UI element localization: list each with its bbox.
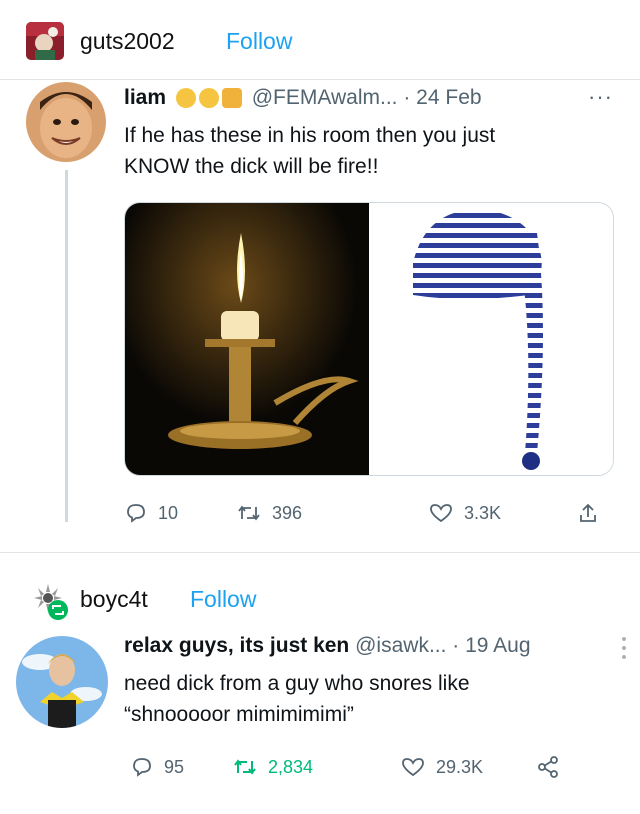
- blog-avatar[interactable]: [28, 582, 72, 622]
- tweet-author-avatar[interactable]: [16, 636, 108, 728]
- tweet-meta: liam @FEMAwalm... · 24 Feb: [124, 86, 482, 110]
- like-icon: [430, 504, 452, 523]
- share-icon: [538, 756, 558, 778]
- tweet-actions: 95 2,834 29.3K: [124, 752, 614, 782]
- reply-icon: [127, 504, 145, 523]
- share-button[interactable]: [576, 498, 610, 528]
- like-icon: [402, 758, 424, 777]
- tweet-card: relax guys, its just ken @isawk... · 19 …: [0, 624, 640, 814]
- tweet-media[interactable]: [124, 202, 614, 476]
- retweet-icon: [238, 505, 260, 521]
- nightcap-image: [369, 203, 613, 475]
- blog-avatar[interactable]: [26, 22, 64, 60]
- tweet-text-line: If he has these in his room then you jus…: [124, 124, 496, 147]
- like-button[interactable]: 3.3K: [428, 498, 501, 528]
- handle[interactable]: @FEMAwalm...: [252, 86, 398, 109]
- tweet-text: need dick from a guy who snores like “sh…: [124, 668, 470, 730]
- tweet-actions: 10 396 3.3K: [124, 498, 614, 528]
- tweet-meta: relax guys, its just ken @isawk... · 19 …: [124, 634, 531, 658]
- retweet-button[interactable]: 2,834: [232, 752, 313, 782]
- handle[interactable]: @isawk...: [355, 634, 446, 657]
- tweet-author-avatar[interactable]: [26, 82, 106, 162]
- candle-image: [125, 203, 369, 475]
- shocked-emoji-icon: [198, 88, 219, 109]
- like-button[interactable]: 29.3K: [400, 752, 483, 782]
- display-name[interactable]: liam: [124, 86, 166, 109]
- retweet-button[interactable]: 396: [236, 498, 302, 528]
- reply-count: 10: [158, 502, 179, 523]
- tweet-text-line: “shnooooor mimimimimi”: [124, 703, 354, 726]
- date[interactable]: · 24 Feb: [403, 86, 481, 109]
- more-icon[interactable]: [620, 634, 628, 662]
- post2-header: boyc4t Follow: [0, 558, 640, 624]
- follow-button[interactable]: Follow: [226, 28, 292, 55]
- reply-button[interactable]: 95: [130, 752, 184, 782]
- tweet-text: If he has these in his room then you jus…: [124, 120, 495, 182]
- retweet-icon: [234, 759, 256, 775]
- share-button[interactable]: [536, 752, 570, 782]
- retweet-count: 396: [272, 502, 303, 523]
- blog-name[interactable]: boyc4t: [80, 586, 148, 613]
- sad-emoji-icon: [175, 88, 196, 109]
- share-icon: [580, 503, 596, 522]
- reply-button[interactable]: 10: [124, 498, 178, 528]
- date[interactable]: · 19 Aug: [452, 634, 530, 657]
- reply-count: 95: [164, 756, 185, 777]
- retweet-count: 2,834: [268, 756, 314, 777]
- more-icon[interactable]: ···: [588, 84, 613, 110]
- name-emojis: [175, 88, 242, 109]
- post1-header: guts2002 Follow: [0, 0, 640, 80]
- follow-button[interactable]: Follow: [190, 586, 256, 613]
- blog-name[interactable]: guts2002: [80, 28, 175, 55]
- like-count: 29.3K: [436, 756, 484, 777]
- tweet-card: liam @FEMAwalm... · 24 Feb ··· If he has…: [0, 80, 640, 548]
- tweet-text-line: need dick from a guy who snores like: [124, 672, 470, 695]
- thread-line: [65, 170, 68, 522]
- reblog-badge-icon: [48, 600, 68, 620]
- like-count: 3.3K: [464, 502, 502, 523]
- reply-icon: [133, 758, 151, 777]
- display-name[interactable]: relax guys, its just ken: [124, 634, 349, 657]
- tweet-text-line: KNOW the dick will be fire!!: [124, 155, 379, 178]
- divider: [0, 552, 640, 553]
- thumbs-down-emoji-icon: [221, 88, 242, 109]
